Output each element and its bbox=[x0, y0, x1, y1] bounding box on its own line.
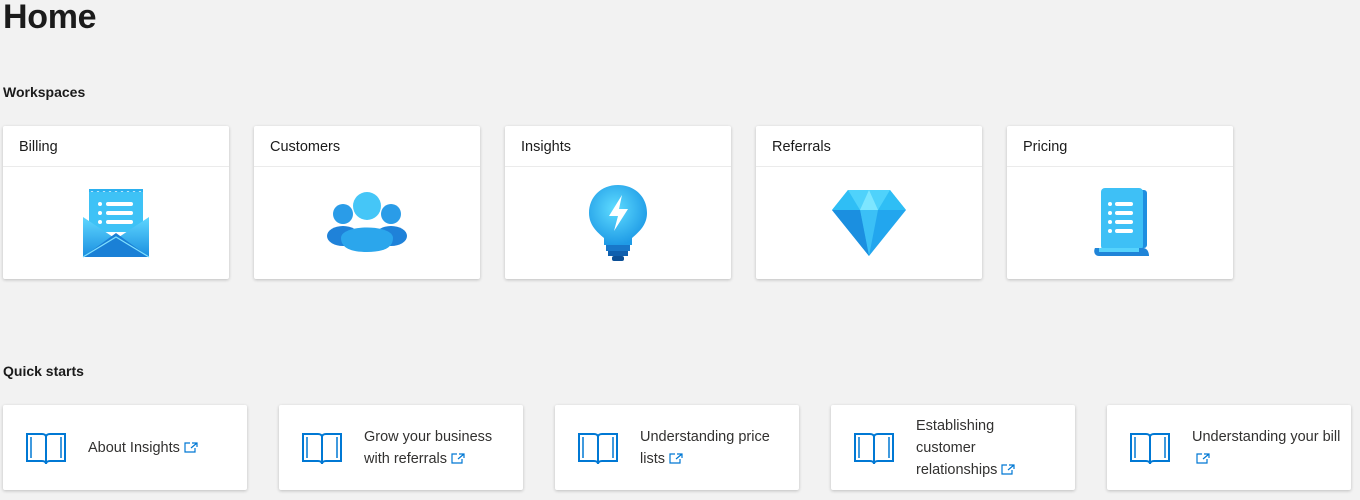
external-link-icon bbox=[184, 441, 198, 453]
workspace-card-title: Pricing bbox=[1007, 126, 1233, 167]
external-link-icon bbox=[1196, 452, 1210, 464]
quickstart-label: Establishing customer relationships bbox=[916, 417, 998, 478]
workspace-card-title: Customers bbox=[254, 126, 480, 167]
quickstart-card-price-lists[interactable]: Understanding price lists bbox=[555, 405, 799, 490]
workspace-card-insights[interactable]: Insights bbox=[505, 126, 731, 279]
quickstart-card-grow-business[interactable]: Grow your business with referrals bbox=[279, 405, 523, 490]
customers-people-icon bbox=[327, 192, 407, 252]
quickstart-label: About Insights bbox=[88, 439, 180, 456]
pricing-scroll-icon bbox=[1094, 188, 1149, 256]
book-icon bbox=[1130, 432, 1170, 464]
workspace-card-referrals[interactable]: Referrals bbox=[756, 126, 982, 279]
workspaces-grid: Billing Customers Insights Referrals Pri… bbox=[3, 126, 1233, 279]
referrals-diamond-icon bbox=[832, 190, 906, 256]
quickstart-label: Understanding your bill bbox=[1192, 428, 1341, 445]
quickstart-label: Understanding price lists bbox=[640, 428, 770, 467]
workspace-card-title: Insights bbox=[505, 126, 731, 167]
workspace-card-pricing[interactable]: Pricing bbox=[1007, 126, 1233, 279]
external-link-icon bbox=[451, 452, 465, 464]
external-link-icon bbox=[1001, 463, 1016, 475]
quickstart-card-customer-relationships[interactable]: Establishing customer relationships bbox=[831, 405, 1075, 490]
quickstart-label: Grow your business with referrals bbox=[364, 428, 493, 467]
workspaces-heading: Workspaces bbox=[3, 84, 86, 100]
external-link-icon bbox=[669, 452, 683, 464]
book-icon bbox=[854, 432, 894, 464]
quickstart-card-about-insights[interactable]: About Insights bbox=[3, 405, 247, 490]
billing-envelope-icon bbox=[82, 189, 150, 258]
insights-lightbulb-icon bbox=[589, 185, 647, 261]
workspace-card-title: Billing bbox=[3, 126, 229, 167]
book-icon bbox=[578, 432, 618, 464]
book-icon bbox=[302, 432, 342, 464]
quickstart-card-understanding-bill[interactable]: Understanding your bill bbox=[1107, 405, 1351, 490]
book-icon bbox=[26, 432, 66, 464]
workspace-card-title: Referrals bbox=[756, 126, 982, 167]
quickstarts-list: About Insights Grow your business with r… bbox=[3, 405, 1351, 490]
workspace-card-billing[interactable]: Billing bbox=[3, 126, 229, 279]
quickstarts-heading: Quick starts bbox=[3, 363, 84, 379]
page-title: Home bbox=[3, 0, 97, 36]
workspace-card-customers[interactable]: Customers bbox=[254, 126, 480, 279]
